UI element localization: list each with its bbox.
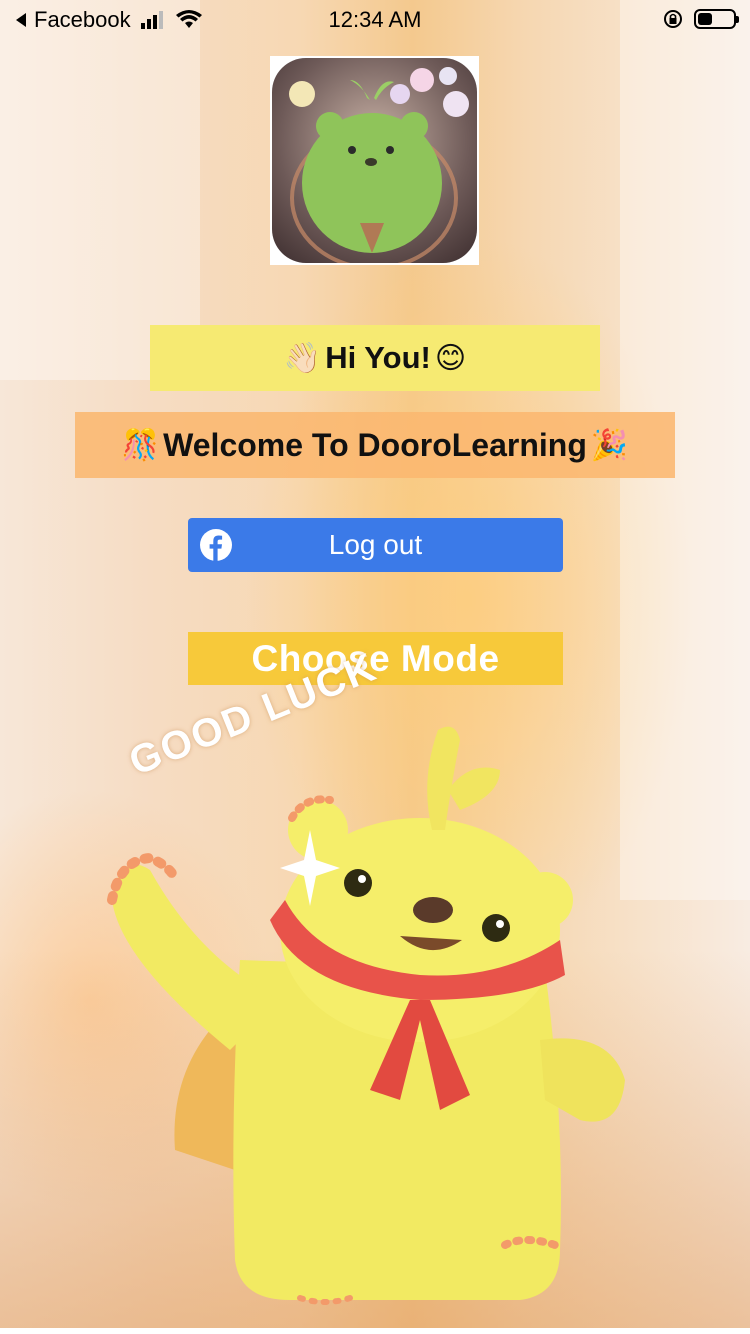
battery-icon	[694, 9, 739, 29]
welcome-banner: 🎊 Welcome To DooroLearning 🎉	[75, 412, 675, 478]
waving-hand-icon: 👋🏻	[283, 340, 322, 376]
status-bar: Facebook 12:34 AM	[0, 0, 750, 40]
confetti-ball-icon: 🎊	[121, 427, 160, 463]
facebook-icon	[200, 529, 232, 561]
smiling-face-icon: 😊	[434, 340, 467, 376]
bear-avatar-icon	[272, 58, 477, 263]
facebook-logout-button[interactable]: Log out	[188, 518, 563, 572]
yellow-bear-mascot	[107, 726, 625, 1305]
welcome-text: Welcome To DooroLearning	[163, 426, 587, 463]
status-time: 12:34 AM	[328, 7, 422, 32]
greeting-banner: 👋🏻 Hi You! 😊	[150, 325, 600, 391]
window-light	[0, 0, 200, 380]
logout-label: Log out	[328, 529, 423, 560]
bottom-edge	[0, 1328, 750, 1334]
battery-level	[698, 13, 712, 25]
rotation-lock-icon	[664, 10, 682, 28]
party-popper-icon: 🎉	[590, 427, 629, 463]
greeting-text: Hi You!	[325, 340, 431, 375]
profile-avatar	[270, 56, 479, 265]
status-right	[662, 8, 739, 30]
